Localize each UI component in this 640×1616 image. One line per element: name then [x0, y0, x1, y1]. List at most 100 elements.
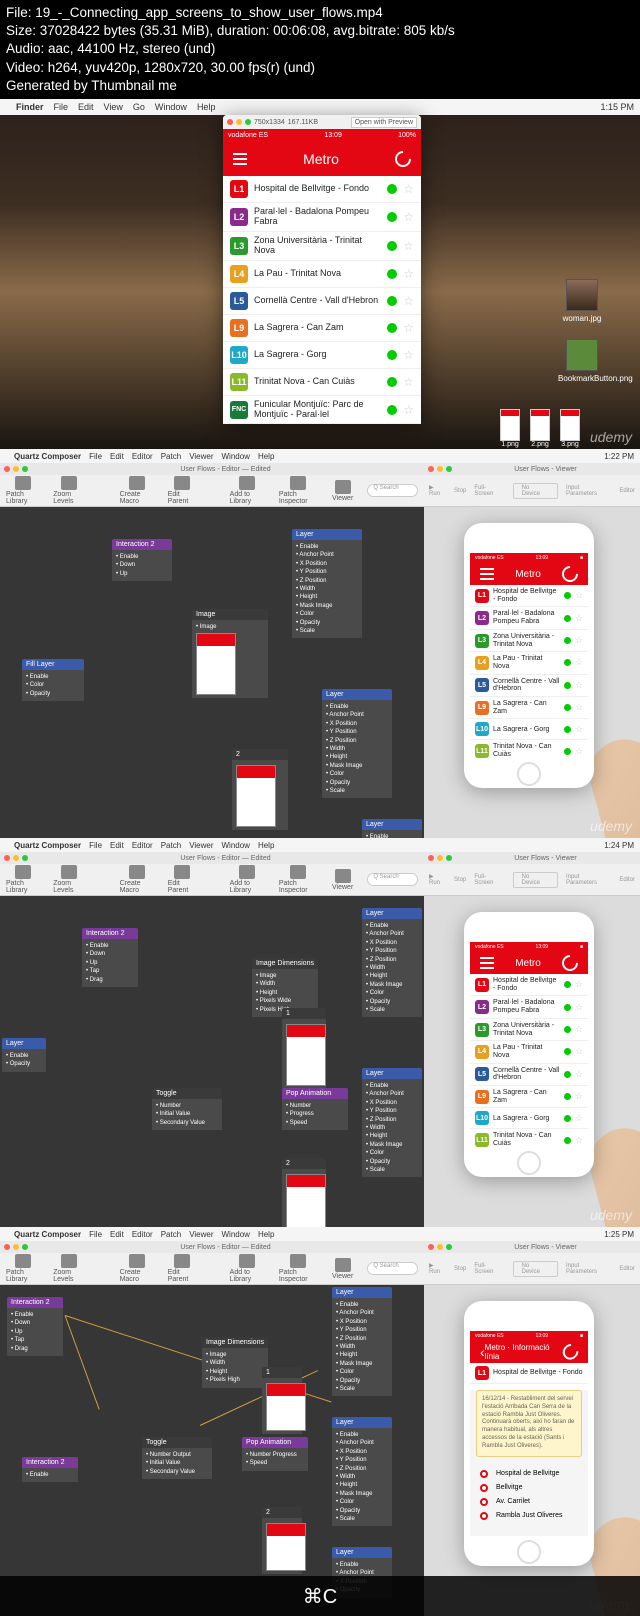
menubar-app[interactable]: Finder [16, 102, 44, 112]
menu-file[interactable]: File [54, 102, 69, 112]
home-button[interactable] [517, 762, 541, 786]
tb-patch-library[interactable]: Patch Library [6, 476, 39, 505]
metro-row[interactable]: L9La Sagrera - Can Zam☆ [223, 315, 421, 342]
patch-node[interactable]: 2 [280, 1156, 328, 1227]
menu-file[interactable]: File [89, 452, 102, 461]
tb-patch-library[interactable]: Patch Library [6, 865, 39, 894]
patch-node[interactable]: Toggle• Number• Initial Value• Secondary… [150, 1086, 224, 1132]
editor-canvas[interactable]: Interaction 2• Enable• Down• Up• Tap• Dr… [0, 1285, 424, 1616]
menu-viewer[interactable]: Viewer [189, 1230, 213, 1239]
minimize-icon[interactable] [13, 466, 19, 472]
star-icon[interactable]: ☆ [403, 267, 414, 281]
patch-node[interactable]: Layer• Enable• Anchor Point [360, 817, 424, 838]
menu-help[interactable]: Help [258, 452, 274, 461]
tb-stop[interactable]: Stop [454, 488, 466, 494]
tb-run[interactable]: ▶ Run [429, 1262, 446, 1275]
metro-row[interactable]: L4La Pau - Trinitat Nova☆ [223, 261, 421, 288]
close-icon[interactable] [4, 1244, 10, 1250]
device-select[interactable]: No Device [513, 483, 558, 499]
refresh-icon[interactable] [392, 148, 415, 171]
tb-run[interactable]: ▶ Run [429, 873, 446, 886]
star-icon[interactable]: ☆ [575, 702, 583, 713]
menu-edit[interactable]: Edit [78, 102, 94, 112]
menu-patch[interactable]: Patch [161, 452, 181, 461]
toolbar-search[interactable]: Q Search [367, 1262, 418, 1275]
patch-node[interactable]: Toggle• Number Output• Initial Value• Se… [140, 1435, 214, 1481]
tb-patch-library[interactable]: Patch Library [6, 1254, 39, 1283]
editor-canvas[interactable]: Interaction 2• Enable• Down• UpLayer• En… [0, 507, 424, 838]
zoom-icon[interactable] [22, 466, 28, 472]
tb-run[interactable]: ▶ Run [429, 484, 446, 497]
star-icon[interactable]: ☆ [403, 375, 414, 389]
patch-node[interactable]: Layer• Enable• Opacity [0, 1036, 48, 1074]
menu-file[interactable]: File [89, 1230, 102, 1239]
metro-row[interactable]: L10La Sagrera - Gorg☆ [470, 719, 588, 740]
tb-zoom[interactable]: Zoom Levels [53, 1254, 85, 1283]
tb-patch-inspector[interactable]: Patch Inspector [279, 476, 318, 505]
star-icon[interactable]: ☆ [575, 746, 583, 757]
menu-edit[interactable]: Edit [110, 452, 124, 461]
metro-row[interactable]: L9La Sagrera - Can Zam☆ [470, 1086, 588, 1108]
minimize-icon[interactable] [437, 1244, 443, 1250]
menu-help[interactable]: Help [197, 102, 216, 112]
hamburger-icon[interactable] [480, 957, 494, 969]
metro-row[interactable]: L2Paral·lel - Badalona Pompeu Fabra☆ [470, 607, 588, 629]
tb-zoom[interactable]: Zoom Levels [53, 476, 85, 505]
menu-patch[interactable]: Patch [161, 841, 181, 850]
star-icon[interactable]: ☆ [575, 1024, 583, 1035]
star-icon[interactable]: ☆ [403, 321, 414, 335]
toolbar-search[interactable]: Q Search [367, 873, 418, 886]
zoom-icon[interactable] [446, 466, 452, 472]
star-icon[interactable]: ☆ [575, 1069, 583, 1080]
metro-row[interactable]: L1Hospital de Bellvitge - Fondo☆ [223, 176, 421, 203]
tb-stop[interactable]: Stop [454, 877, 466, 883]
metro-row[interactable]: L10La Sagrera - Gorg☆ [470, 1108, 588, 1129]
menu-file[interactable]: File [89, 841, 102, 850]
metro-row[interactable]: L10La Sagrera - Gorg☆ [223, 342, 421, 369]
tb-add-library[interactable]: Add to Library [230, 476, 265, 505]
tb-fullscreen[interactable]: Full-Screen [474, 1263, 504, 1275]
star-icon[interactable]: ☆ [403, 348, 414, 362]
tb-create-macro[interactable]: Create Macro [120, 865, 154, 894]
patch-node[interactable]: Interaction 2• Enable• Down• Up• Tap• Dr… [80, 926, 140, 989]
metro-row[interactable]: L5Cornellà Centre - Vall d'Hebron☆ [470, 1064, 588, 1086]
menu-viewer[interactable]: Viewer [189, 452, 213, 461]
menu-patch[interactable]: Patch [161, 1230, 181, 1239]
minimize-icon[interactable] [437, 855, 443, 861]
metro-row[interactable]: L2Paral·lel - Badalona Pompeu Fabra☆ [223, 203, 421, 232]
star-icon[interactable]: ☆ [403, 182, 414, 196]
zoom-icon[interactable] [446, 1244, 452, 1250]
toolbar-search[interactable]: Q Search [367, 484, 418, 497]
menubar-app[interactable]: Quartz Composer [14, 841, 81, 850]
menu-edit[interactable]: Edit [110, 1230, 124, 1239]
patch-node[interactable]: Interaction 2• Enable [20, 1455, 80, 1484]
tb-input-params[interactable]: Input Parameters [566, 874, 611, 886]
patch-node[interactable]: Pop Animation• Number Progress• Speed [240, 1435, 310, 1473]
patch-node[interactable]: Layer• Enable• Anchor Point• X Position•… [290, 527, 364, 640]
tb-viewer[interactable]: Viewer [332, 869, 353, 891]
menubar-app[interactable]: Quartz Composer [14, 452, 81, 461]
tb-fullscreen[interactable]: Full-Screen [474, 874, 504, 886]
menu-editor[interactable]: Editor [132, 1230, 153, 1239]
patch-node[interactable]: Interaction 2• Enable• Down• Up• Tap• Dr… [5, 1295, 65, 1358]
tb-create-macro[interactable]: Create Macro [120, 476, 154, 505]
tb-add-library[interactable]: Add to Library [230, 865, 265, 894]
patch-node[interactable]: Layer• Enable• Anchor Point• X Position•… [320, 687, 394, 800]
tb-patch-inspector[interactable]: Patch Inspector [279, 1254, 318, 1283]
star-icon[interactable]: ☆ [575, 979, 583, 990]
tb-editor[interactable]: Editor [619, 877, 635, 883]
menu-window[interactable]: Window [222, 452, 250, 461]
star-icon[interactable]: ☆ [403, 239, 414, 253]
star-icon[interactable]: ☆ [575, 1002, 583, 1013]
desktop-file-1png[interactable]: 1.png [500, 409, 520, 448]
metro-row[interactable]: L5Cornellà Centre - Vall d'Hebron☆ [223, 288, 421, 315]
metro-row[interactable]: L4La Pau - Trinitat Nova☆ [470, 1041, 588, 1063]
minimize-icon[interactable] [437, 466, 443, 472]
tb-editor[interactable]: Editor [619, 1266, 635, 1272]
zoom-icon[interactable] [446, 855, 452, 861]
patch-node[interactable]: Pop Animation• Number• Progress• Speed [280, 1086, 350, 1132]
patch-node[interactable]: Image• Image [190, 607, 270, 700]
menu-viewer[interactable]: Viewer [189, 841, 213, 850]
metro-row[interactable]: L11Trinitat Nova - Can Cuiàs☆ [470, 740, 588, 758]
tb-create-macro[interactable]: Create Macro [120, 1254, 154, 1283]
